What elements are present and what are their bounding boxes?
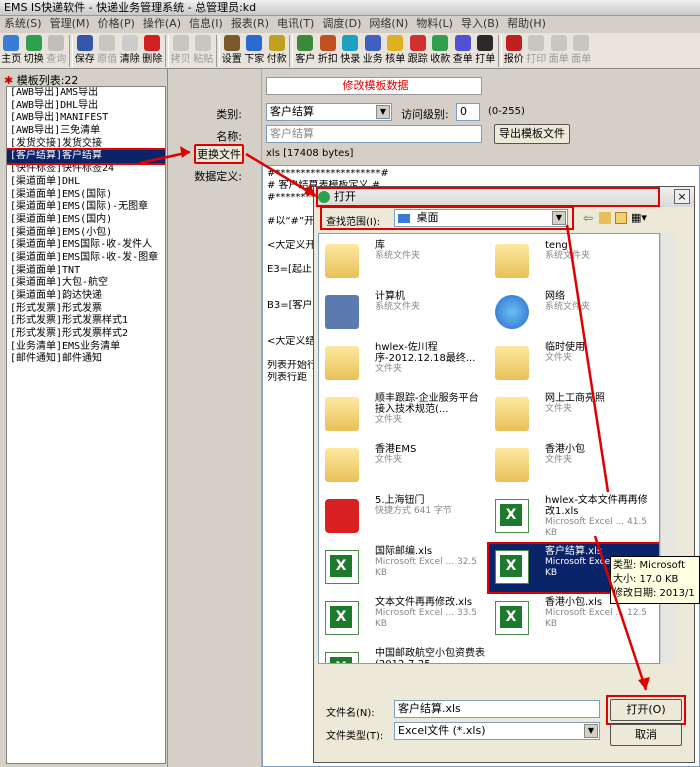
arrow-lookin-to-file (565, 224, 610, 493)
arrow-file-to-open (593, 535, 648, 691)
annotation-arrows (139, 146, 650, 691)
arrowhead-1 (180, 146, 190, 158)
arrowhead-3 (638, 677, 650, 690)
arrow-replace-to-dialog (245, 152, 317, 198)
